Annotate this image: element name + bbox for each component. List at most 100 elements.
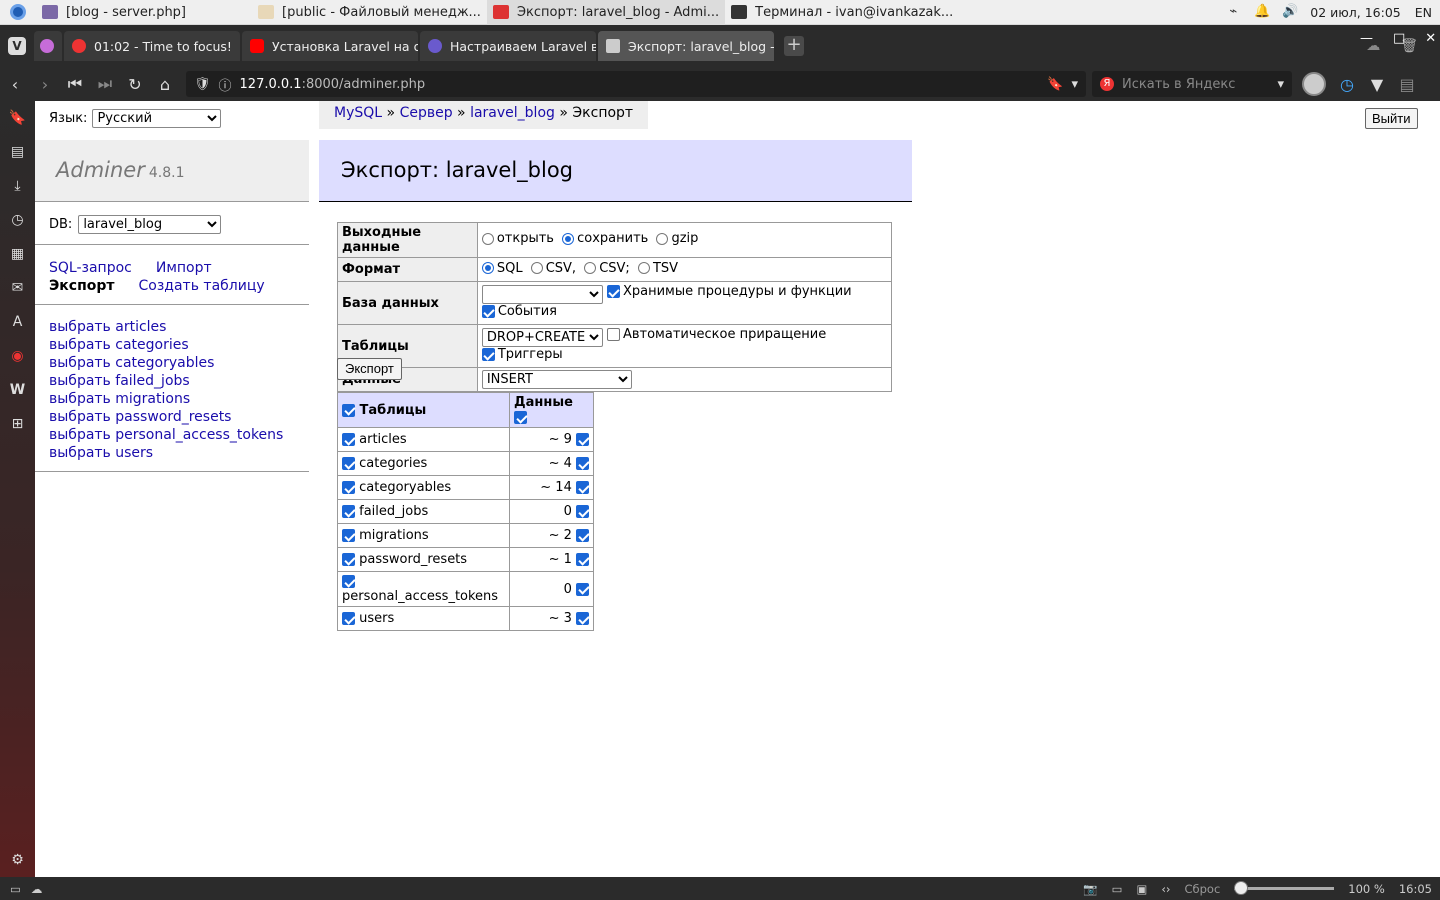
downloads-icon[interactable]: ⤓ [0, 169, 35, 203]
extension-icon[interactable]: ▤ [1392, 75, 1422, 94]
table-style-select[interactable]: DROP+CREATE [481, 328, 603, 347]
table-checkbox[interactable] [342, 575, 355, 588]
zoom-reset[interactable]: Сброс [1185, 882, 1221, 896]
select-table-link[interactable]: выбрать password_resets [49, 409, 231, 425]
vivaldi-panel-icon[interactable]: ◉ [0, 339, 35, 373]
settings-icon[interactable]: ⚙ [0, 843, 35, 877]
db-select[interactable]: laravel_blog [78, 215, 222, 234]
data-checkbox[interactable] [576, 529, 589, 542]
shield-icon[interactable]: 🛡 [194, 77, 211, 92]
breadcrumb-server[interactable]: Сервер [400, 105, 453, 121]
home-icon[interactable]: ⌂ [150, 75, 180, 94]
os-menu-icon[interactable] [0, 0, 36, 25]
tiling-icon[interactable]: ▭ [1112, 882, 1123, 896]
events-checkbox[interactable]: События [481, 304, 557, 319]
table-checkbox[interactable] [342, 612, 355, 625]
page-actions-icon[interactable]: ‹› [1161, 882, 1170, 896]
output-save-radio[interactable]: сохранить [562, 231, 648, 246]
format-csv-comma-radio[interactable]: CSV, [530, 261, 576, 276]
minimize-icon[interactable]: — [1360, 31, 1373, 46]
breadcrumb-db[interactable]: laravel_blog [470, 105, 555, 121]
format-csv-semicolon-radio[interactable]: CSV; [584, 261, 630, 276]
create-table-link[interactable]: Создать таблицу [139, 277, 265, 295]
reload-icon[interactable]: ↻ [120, 75, 150, 94]
history-icon[interactable]: ◷ [0, 203, 35, 237]
url-field[interactable]: 🛡 ⓘ 127.0.0.1:8000/adminer.php 🔖 ▾ [186, 71, 1086, 97]
select-all-data-checkbox[interactable] [514, 411, 527, 424]
tab-1[interactable]: Установка Laravel на обы [242, 31, 418, 61]
output-open-radio[interactable]: открыть [481, 231, 554, 246]
back-icon[interactable]: ‹ [0, 75, 30, 94]
format-tsv-radio[interactable]: TSV [637, 261, 678, 276]
import-link[interactable]: Импорт [156, 259, 212, 277]
language-select[interactable]: Русский [92, 109, 222, 128]
add-panel-icon[interactable]: ⊞ [0, 407, 35, 441]
bookmarks-icon[interactable]: 🔖 [0, 101, 35, 135]
network-icon[interactable]: ⌁ [1226, 5, 1240, 19]
images-icon[interactable]: ▣ [1136, 882, 1147, 896]
select-table-link[interactable]: выбрать migrations [49, 391, 190, 407]
tab-2[interactable]: Настраиваем Laravel в ко [420, 31, 596, 61]
taskbar-window-2[interactable]: Экспорт: laravel_blog - Admi... [486, 0, 726, 25]
adminer-logo[interactable]: Adminer 4.8.1 [56, 158, 184, 182]
breadcrumb-mysql[interactable]: MySQL [334, 105, 382, 121]
panel-toggle-icon[interactable]: ▭ [0, 882, 31, 896]
taskbar-window-0[interactable]: [blog - server.php] [36, 0, 192, 25]
volume-icon[interactable]: 🔊 [1282, 5, 1298, 19]
select-table-link[interactable]: выбрать categories [49, 337, 189, 353]
data-checkbox[interactable] [576, 553, 589, 566]
maximize-icon[interactable]: □ [1393, 31, 1405, 46]
forward-icon[interactable]: › [30, 75, 60, 94]
table-checkbox[interactable] [342, 457, 355, 470]
tab-pinned[interactable] [34, 31, 62, 61]
translate-icon[interactable]: A [0, 305, 35, 339]
reading-list-icon[interactable]: ▤ [0, 135, 35, 169]
rewind-icon[interactable]: ⏮ [60, 74, 90, 94]
bookmark-icon[interactable]: 🔖 [1047, 77, 1063, 92]
sync-cloud-icon[interactable]: ☁ [31, 882, 43, 896]
table-checkbox[interactable] [342, 505, 355, 518]
notification-bell-icon[interactable]: 🔔 [1254, 5, 1270, 19]
select-all-tables-checkbox[interactable] [342, 403, 355, 417]
table-checkbox[interactable] [342, 481, 355, 494]
taskbar-window-3[interactable]: Терминал - ivan@ivankazak... [725, 0, 959, 25]
taskbar-window-1[interactable]: [public - Файловый менедж... [252, 0, 487, 25]
zoom-slider[interactable] [1234, 881, 1335, 895]
avatar[interactable] [1302, 72, 1326, 96]
table-checkbox[interactable] [342, 529, 355, 542]
data-checkbox[interactable] [576, 582, 589, 596]
tab-0[interactable]: 01:02 - Time to focus! [64, 31, 240, 61]
fast-forward-icon[interactable]: ⏭ [90, 74, 120, 94]
data-checkbox[interactable] [576, 433, 589, 446]
select-table-link[interactable]: выбрать articles [49, 319, 166, 335]
data-checkbox[interactable] [576, 457, 589, 470]
chevron-down-icon[interactable]: ▾ [1277, 77, 1284, 92]
keyboard-layout[interactable]: EN [1415, 5, 1432, 20]
mail-icon[interactable]: ✉ [0, 271, 35, 305]
close-icon[interactable]: ✕ [1425, 31, 1436, 46]
data-style-select[interactable]: INSERT [481, 370, 632, 389]
clock[interactable]: 02 июл, 16:05 [1310, 5, 1401, 20]
data-checkbox[interactable] [576, 505, 589, 518]
database-style-select[interactable] [481, 285, 603, 304]
capture-icon[interactable]: 📷 [1083, 882, 1097, 896]
routines-checkbox[interactable]: Хранимые процедуры и функции [606, 284, 852, 299]
triggers-checkbox[interactable]: Триггеры [481, 347, 563, 362]
logout-button[interactable]: Выйти [1365, 108, 1418, 129]
select-table-link[interactable]: выбрать users [49, 445, 153, 461]
notes-icon[interactable]: ▦ [0, 237, 35, 271]
sql-query-link[interactable]: SQL-запрос [49, 259, 132, 277]
wikipedia-icon[interactable]: W [0, 373, 35, 407]
tab-3[interactable]: Экспорт: laravel_blog - Adr [598, 31, 774, 61]
zoom-slider-handle[interactable] [1234, 881, 1249, 895]
auto-increment-checkbox[interactable]: Автоматическое приращение [606, 327, 826, 342]
table-checkbox[interactable] [342, 433, 355, 446]
extension-clock-icon[interactable]: ◷ [1332, 75, 1362, 94]
select-table-link[interactable]: выбрать categoryables [49, 355, 214, 371]
select-table-link[interactable]: выбрать failed_jobs [49, 373, 190, 389]
info-icon[interactable]: ⓘ [219, 75, 232, 94]
output-gzip-radio[interactable]: gzip [656, 231, 698, 246]
data-checkbox[interactable] [576, 612, 589, 625]
new-tab-button[interactable]: + [784, 36, 804, 56]
vivaldi-menu-icon[interactable]: V [0, 25, 34, 67]
